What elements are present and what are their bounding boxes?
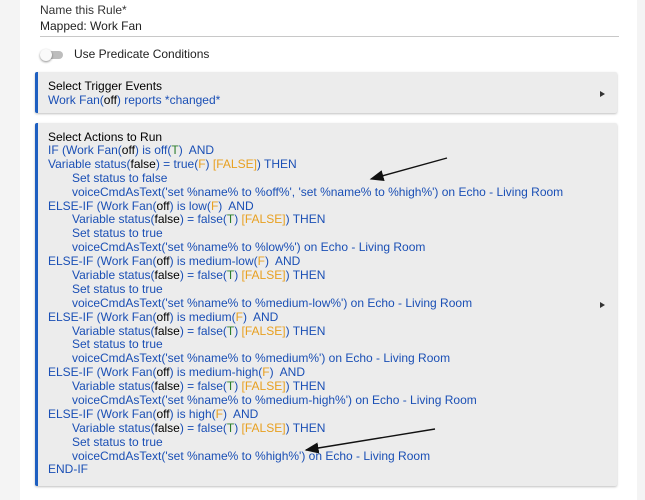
annotation-arrows	[304, 157, 448, 454]
arrow-icon	[369, 157, 448, 182]
arrow-icon	[304, 428, 436, 454]
